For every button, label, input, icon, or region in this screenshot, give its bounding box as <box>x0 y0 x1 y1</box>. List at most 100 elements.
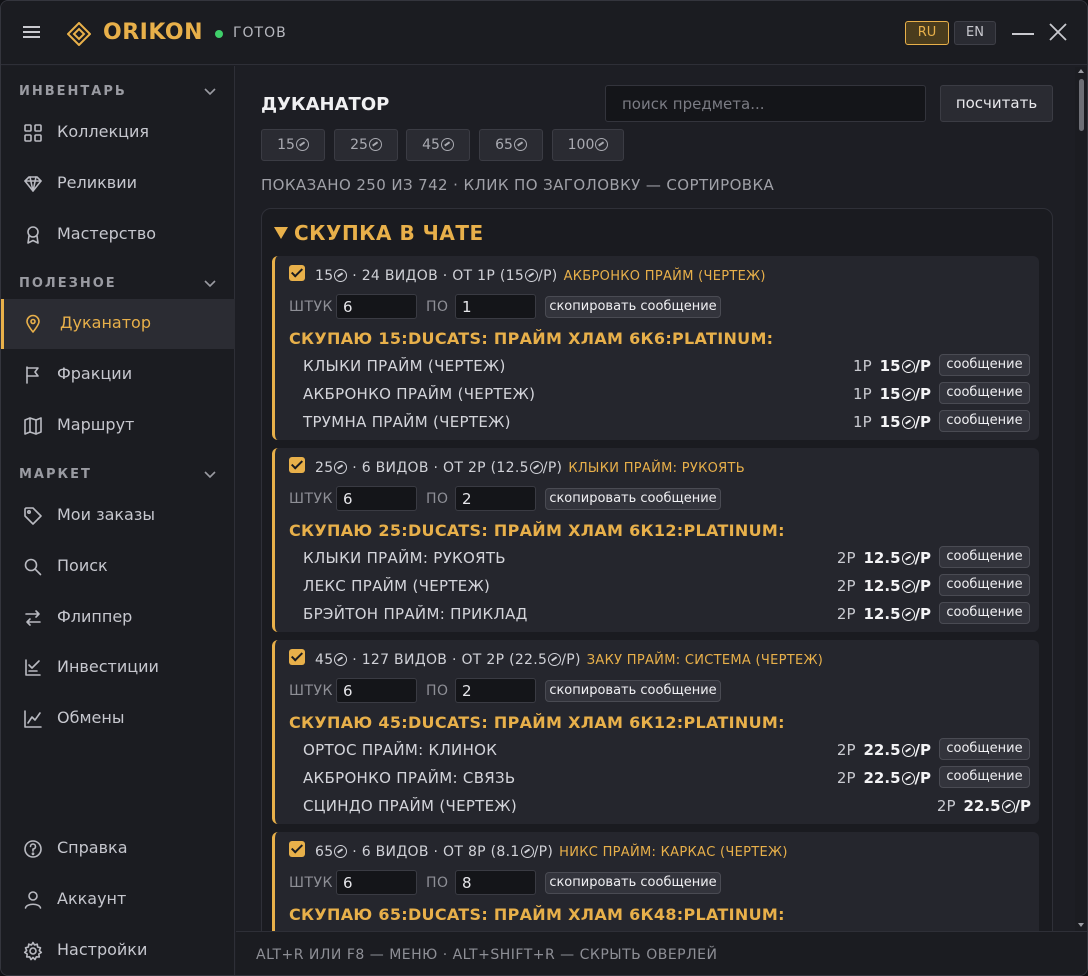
ducat-filter-button[interactable]: 65 <box>479 129 543 161</box>
sidebar-item[interactable]: Мои заказы <box>1 491 235 541</box>
scroll-down-icon[interactable] <box>1078 923 1084 927</box>
group-summary[interactable]: 65 · 6 ВИДОВ · ОТ 8Р (8.1/Р) НИКС ПРАЙМ: … <box>315 844 788 860</box>
sidebar-item[interactable]: Фракции <box>1 350 235 400</box>
item-price: 1Р 15/Р <box>853 357 931 375</box>
copy-message-button[interactable]: скопировать сообщение <box>545 872 721 894</box>
panel-title: СКУПКА В ЧАТЕ <box>294 221 484 245</box>
group-checkbox[interactable] <box>289 649 305 665</box>
copy-message-button[interactable]: скопировать сообщение <box>545 296 721 318</box>
ducat-icon <box>901 744 915 757</box>
price-input[interactable] <box>455 486 536 511</box>
group-info-tail: /Р) <box>533 844 554 860</box>
item-message-button[interactable]: сообщение <box>939 354 1030 376</box>
scrollbar[interactable] <box>1075 67 1087 931</box>
section-header[interactable]: МАРКЕТ <box>19 467 92 482</box>
sidebar-item[interactable]: Поиск <box>1 542 235 592</box>
ducat-filter-button[interactable]: 25 <box>334 129 398 161</box>
qty-input[interactable] <box>336 870 417 895</box>
sidebar-item[interactable]: Настройки <box>1 926 235 975</box>
group-summary[interactable]: 15 · 24 ВИДОВ · ОТ 1Р (15/Р) АКБРОНКО ПРА… <box>315 268 766 284</box>
section-header[interactable]: ПОЛЕЗНОЕ <box>19 276 117 291</box>
sidebar-item[interactable]: Коллекция <box>1 108 235 158</box>
sidebar-item[interactable]: Флиппер <box>1 593 235 643</box>
sidebar-item-label: Поиск <box>57 556 108 575</box>
close-icon[interactable] <box>1047 21 1069 43</box>
sidebar-item[interactable]: Дуканатор <box>1 299 235 349</box>
app-window: ORIKON ГОТОВ RU EN ИНВЕНТАРЬ Коллекция Рел… <box>0 0 1088 976</box>
ducat-filter-button[interactable]: 15 <box>261 129 325 161</box>
ducat-icon <box>334 845 348 858</box>
minimize-icon[interactable] <box>1012 33 1034 35</box>
page-title: ДУКАНАТОР <box>261 94 390 115</box>
group-info: · 6 ВИДОВ · ОТ 2Р (12.5 <box>352 460 529 476</box>
ducat-icon <box>529 461 543 474</box>
sidebar-item[interactable]: Обмены <box>1 694 235 744</box>
price-input[interactable] <box>455 678 536 703</box>
item-message-button[interactable]: сообщение <box>939 410 1030 432</box>
group-checkbox[interactable] <box>289 265 305 281</box>
item-message-button[interactable]: сообщение <box>939 602 1030 624</box>
sidebar-item[interactable]: Маршрут <box>1 401 235 451</box>
sidebar-item[interactable]: Реликвии <box>1 159 235 209</box>
sidebar-item[interactable]: Инвестиции <box>1 643 235 693</box>
ducat-filter-button[interactable]: 45 <box>406 129 470 161</box>
sidebar-item-label: Обмены <box>57 708 125 727</box>
item-name: БРЭЙТОН ПРАЙМ: ПРИКЛАД <box>303 605 528 623</box>
status-text: ГОТОВ <box>233 25 287 41</box>
section-header[interactable]: ИНВЕНТАРЬ <box>19 84 127 99</box>
group-info: · 6 ВИДОВ · ОТ 8Р (8.1 <box>352 844 520 860</box>
chevron-down-icon[interactable] <box>203 87 217 97</box>
item-message-button[interactable]: сообщение <box>939 382 1030 404</box>
scroll-thumb[interactable] <box>1079 79 1084 131</box>
item-rate: 15 <box>879 357 901 375</box>
sidebar-item-label: Аккаунт <box>57 889 127 908</box>
lang-en-button[interactable]: EN <box>954 21 996 45</box>
qty-input[interactable] <box>336 486 417 511</box>
group-summary[interactable]: 25 · 6 ВИДОВ · ОТ 2Р (12.5/Р) КЛЫКИ ПРАЙМ… <box>315 460 745 476</box>
copy-message-button[interactable]: скопировать сообщение <box>545 488 721 510</box>
ducat-icon <box>901 416 915 429</box>
sidebar-item[interactable]: Справка <box>1 824 235 874</box>
price-input[interactable] <box>455 294 536 319</box>
item-message-button[interactable]: сообщение <box>939 766 1030 788</box>
item-message-button[interactable]: сообщение <box>939 546 1030 568</box>
lang-ru-button[interactable]: RU <box>905 21 949 45</box>
item-message-button[interactable]: сообщение <box>939 574 1030 596</box>
item-search-input[interactable] <box>605 85 926 122</box>
calculate-button[interactable]: посчитать <box>940 85 1053 122</box>
chevron-down-icon[interactable] <box>203 279 217 289</box>
chart-icon <box>23 709 43 729</box>
menu-icon[interactable] <box>23 23 43 43</box>
item-name: ОРТОС ПРАЙМ: КЛИНОК <box>303 741 498 759</box>
qty-input[interactable] <box>336 678 417 703</box>
invest-icon <box>23 658 43 678</box>
chevron-down-icon[interactable] <box>203 470 217 480</box>
item-rate: 22.5 <box>863 741 901 759</box>
item-rate: 15 <box>879 413 901 431</box>
sidebar-item-label: Инвестиции <box>57 657 159 676</box>
item-price: 2Р 12.5/Р <box>836 577 931 595</box>
collapse-triangle-icon <box>274 227 288 239</box>
ducat-filter-button[interactable]: 100 <box>552 129 624 161</box>
sidebar-item[interactable]: Мастерство <box>1 210 235 260</box>
ducat-icon <box>334 461 348 474</box>
group-checkbox[interactable] <box>289 841 305 857</box>
qty-input[interactable] <box>336 294 417 319</box>
item-price: 2Р 22.5/Р <box>836 769 931 787</box>
panel-header[interactable]: СКУПКА В ЧАТЕ <box>274 221 484 245</box>
ducat-icon <box>334 653 348 666</box>
group-checkbox[interactable] <box>289 457 305 473</box>
group-ducats: 15 <box>315 268 334 284</box>
item-rate: 12.5 <box>863 549 901 567</box>
sidebar-item[interactable]: Аккаунт <box>1 875 235 925</box>
group-summary[interactable]: 45 · 127 ВИДОВ · ОТ 2Р (22.5/Р) ЗАКУ ПРАЙ… <box>315 652 823 668</box>
scroll-up-icon[interactable] <box>1078 69 1084 73</box>
item-message-button[interactable]: сообщение <box>939 738 1030 760</box>
buy-message: СКУПАЮ 15:DUCATS: ПРАЙМ ХЛАМ 6К6:PLATINU… <box>289 329 774 348</box>
copy-message-button[interactable]: скопировать сообщение <box>545 680 721 702</box>
group-top-item: ЗАКУ ПРАЙМ: СИСТЕМА (ЧЕРТЕЖ) <box>586 653 824 668</box>
price-input[interactable] <box>455 870 536 895</box>
ducat-location-icon <box>23 314 43 334</box>
group-info: · 24 ВИДОВ · ОТ 1Р (15 <box>352 268 525 284</box>
filter-value: 25 <box>350 137 368 153</box>
